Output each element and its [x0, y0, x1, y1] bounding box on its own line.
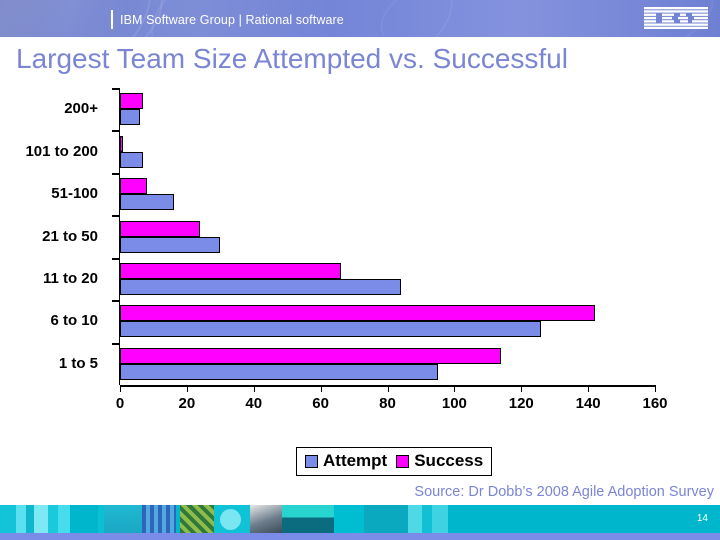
category-label: 51-100 — [51, 185, 98, 203]
value-axis-tick-label: 80 — [379, 395, 396, 412]
category-axis-labels: 1 to 5 6 to 10 11 to 20 21 to 50 51-100 101 t… — [0, 88, 112, 385]
category-label: 11 to 20 — [42, 269, 98, 287]
footer-image-foliage — [180, 505, 214, 533]
category-label: 1 to 5 — [58, 354, 98, 372]
value-axis-tick-label: 100 — [441, 395, 467, 412]
bar-attempt — [120, 236, 221, 253]
value-axis-tick-label: 160 — [642, 395, 668, 412]
value-axis-tick — [387, 385, 389, 392]
footer-image-portrait — [250, 505, 282, 533]
category-axis-tick — [112, 300, 119, 303]
bar-success — [120, 305, 595, 322]
value-axis-tick-label: 140 — [575, 395, 601, 412]
footer-tile — [34, 505, 48, 533]
bar-attempt — [120, 151, 144, 168]
bar-success — [120, 262, 341, 279]
bar-attempt — [120, 194, 174, 211]
plot-area — [120, 88, 655, 385]
footer-strip: 14 — [0, 505, 720, 533]
footer-image-people — [142, 505, 176, 533]
footer-tile — [70, 505, 98, 533]
footer-circle-decoration — [220, 509, 241, 530]
category-axis-tick — [112, 257, 119, 260]
footer-tile — [408, 505, 422, 533]
footer-image-trees — [282, 505, 334, 533]
footer-tile — [58, 505, 70, 533]
legend-swatch-success — [396, 454, 410, 468]
footer-tile — [432, 505, 448, 533]
value-axis-tick-label: 0 — [115, 395, 125, 412]
bar-success — [120, 135, 124, 152]
category-axis-tick — [112, 342, 119, 345]
value-axis-tick — [120, 385, 121, 392]
bar-success — [120, 220, 201, 237]
footer-image-arrows — [104, 505, 142, 533]
category-axis-tick — [112, 88, 119, 90]
value-axis-tick — [253, 385, 255, 392]
footer-tile — [364, 505, 408, 533]
bar-chart: 1 to 5 6 to 10 11 to 20 21 to 50 51-100 101 t… — [0, 85, 700, 485]
category-label: 21 to 50 — [42, 227, 98, 245]
value-axis-tick-label: 20 — [178, 395, 196, 412]
value-axis-line — [119, 88, 120, 385]
bar-attempt — [120, 278, 401, 295]
footer-tile — [26, 505, 34, 533]
value-axis-tick — [521, 385, 523, 392]
source-note: Source: Dr Dobb’s 2008 Agile Adoption Su… — [414, 484, 714, 500]
category-label: 6 to 10 — [50, 312, 98, 330]
value-axis-tick — [655, 385, 656, 392]
footer-tile — [448, 505, 720, 533]
value-axis-tick-label: 60 — [312, 395, 329, 412]
footer-tile — [16, 505, 26, 533]
legend-label-success: Success — [414, 451, 484, 470]
category-label: 200+ — [64, 100, 98, 118]
bar-success — [120, 347, 502, 364]
banner-title: IBM Software Group | Rational software — [120, 13, 344, 27]
bar-success — [120, 93, 144, 110]
bar-attempt — [120, 321, 542, 338]
value-axis-tick-label: 40 — [245, 395, 263, 412]
bar-attempt — [120, 109, 141, 126]
footer-tile — [0, 505, 16, 533]
bar-success — [120, 178, 147, 195]
banner-underline — [0, 37, 720, 39]
footer-tile — [422, 505, 432, 533]
footer-bottom-bar — [0, 533, 720, 540]
bar-attempt — [120, 363, 438, 380]
value-axis-tick — [186, 385, 188, 392]
category-label: 101 to 200 — [25, 142, 98, 160]
value-axis-tick — [320, 385, 322, 392]
legend-swatch-attempt — [305, 454, 318, 468]
category-axis-tick — [112, 215, 119, 218]
value-axis-tick — [454, 385, 456, 392]
ibm-logo-icon — [644, 7, 708, 29]
header-banner: IBM Software Group | Rational software — [0, 0, 720, 37]
legend-item-success: Success — [396, 451, 483, 471]
category-axis-tick — [112, 130, 119, 133]
chart-legend: Attempt Success — [296, 447, 493, 476]
category-axis-tick — [112, 172, 119, 175]
page-number: 14 — [696, 513, 708, 524]
banner-divider — [111, 10, 113, 29]
page-title: Largest Team Size Attempted vs. Successf… — [16, 43, 568, 74]
value-axis-tick — [588, 385, 590, 392]
legend-label-attempt: Attempt — [323, 451, 388, 470]
footer-tile — [334, 505, 364, 533]
legend-item-attempt: Attempt — [305, 451, 387, 471]
footer-tile — [48, 505, 58, 533]
value-axis-tick-label: 120 — [508, 395, 534, 412]
